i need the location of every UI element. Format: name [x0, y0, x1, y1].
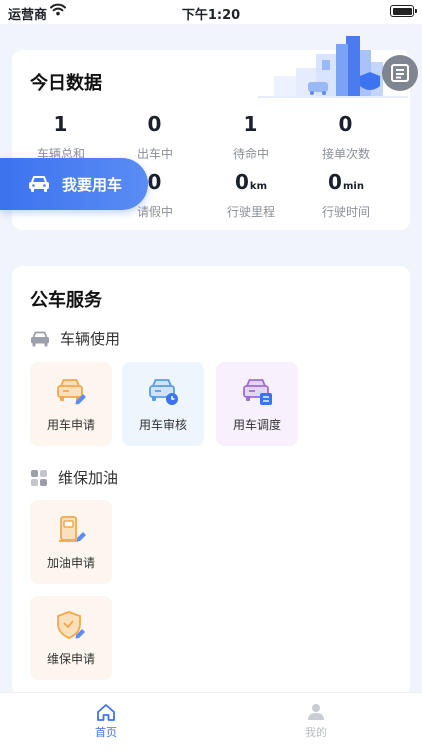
tab-home-label: 首页 [95, 726, 117, 739]
stat-label: 待命中 [232, 147, 269, 161]
maintenance-label: 维保加油 [58, 469, 119, 487]
home-icon [97, 704, 115, 721]
service-title: 公车服务 [30, 290, 102, 311]
stat-value: 0 [338, 112, 353, 136]
document-float-button[interactable] [382, 55, 418, 91]
status-bar: 运营商 下午1:20 [0, 0, 422, 24]
request-vehicle-button[interactable]: 我要用车 [0, 158, 148, 210]
tab-home[interactable]: 首页 [76, 703, 136, 740]
tab-mine[interactable]: 我的 [286, 703, 346, 740]
car-apply-tile[interactable]: 用车申请 [30, 362, 112, 446]
car-clock-icon [149, 379, 178, 405]
stat-unit: km [249, 181, 267, 192]
stat-unit: min [342, 181, 364, 192]
maintenance-apply-tile[interactable]: 维保申请 [30, 596, 112, 680]
stat-value: 1 [243, 112, 258, 136]
person-icon [308, 704, 324, 720]
grid-icon [31, 469, 47, 486]
clock: 下午1:20 [181, 8, 241, 23]
document-icon [391, 64, 409, 82]
stat-value: 0 [147, 170, 162, 194]
tile-label: 用车审核 [138, 418, 187, 432]
stat-value: 0 [147, 112, 162, 136]
tile-label: 维保申请 [46, 652, 95, 666]
tile-label: 用车调度 [232, 418, 281, 432]
car-list-icon [243, 379, 272, 405]
car-edit-icon [57, 379, 86, 405]
stat-label: 接单次数 [321, 147, 370, 161]
request-vehicle-label: 我要用车 [62, 175, 123, 194]
shield-edit-icon [57, 611, 85, 639]
fuel-pump-icon [59, 516, 86, 542]
stat-mileage: 0km 行驶里程 [202, 170, 300, 220]
fuel-apply-tile[interactable]: 加油申请 [30, 500, 112, 584]
car-dispatch-tile[interactable]: 用车调度 [216, 362, 298, 446]
stat-label: 行驶里程 [226, 205, 275, 219]
car-review-tile[interactable]: 用车审核 [122, 362, 204, 446]
stat-label: 行驶时间 [321, 205, 370, 219]
stat-orders: 0 接单次数 [297, 112, 395, 162]
bottom-tab-bar: 首页 我的 [0, 692, 422, 750]
tile-label: 加油申请 [46, 556, 95, 570]
stat-standby: 1 待命中 [202, 112, 300, 162]
stat-value: 1 [53, 112, 68, 136]
vehicle-usage-header: 车辆使用 [30, 328, 120, 349]
tile-label: 用车申请 [46, 418, 95, 432]
stat-value: 0 [235, 170, 249, 194]
stat-out: 0 出车中 [106, 112, 204, 162]
vehicle-service-card: 公车服务 车辆使用 用车申请 用车审核 用车调度 维保加油 加油申请 维保申请 [12, 266, 410, 696]
stat-driving-time: 0min 行驶时间 [297, 170, 395, 220]
stat-value: 0 [328, 170, 342, 194]
today-data-title: 今日数据 [30, 73, 102, 94]
battery-icon [390, 5, 417, 17]
car-outline-icon [31, 331, 49, 346]
stat-vehicle-total: 1 车辆总和 [12, 112, 110, 162]
maintenance-header: 维保加油 [30, 467, 118, 488]
vehicle-usage-label: 车辆使用 [60, 330, 121, 348]
car-icon [29, 176, 49, 192]
tab-mine-label: 我的 [305, 726, 327, 739]
